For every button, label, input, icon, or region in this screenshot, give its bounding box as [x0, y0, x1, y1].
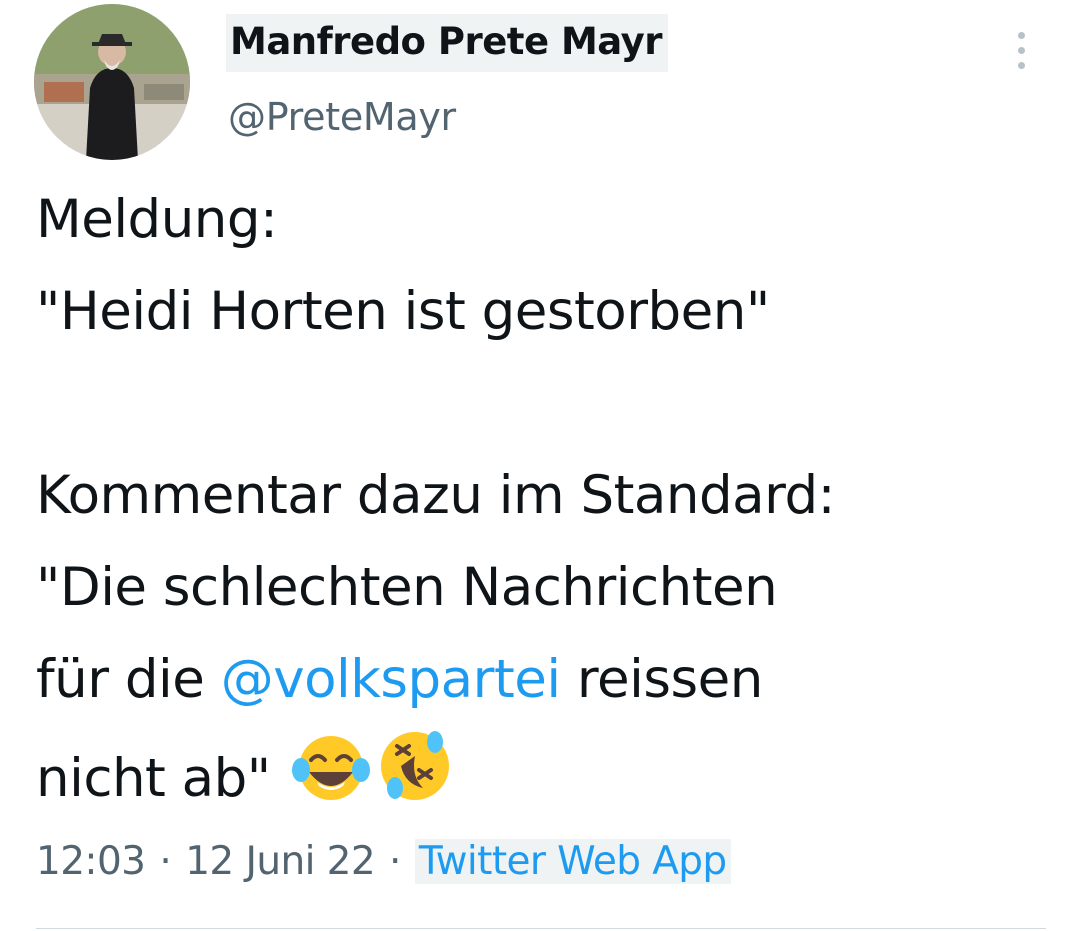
tweet-text-segment: nicht ab" [36, 748, 271, 809]
tweet-text-segment: für die [36, 649, 221, 710]
tweet-line: Meldung: [36, 189, 278, 250]
more-dot [1018, 62, 1025, 69]
tweet-line: nicht ab" [36, 726, 1046, 818]
mention-link[interactable]: @volkspartei [221, 649, 561, 710]
tweet-line: für die @volkspartei reissen [36, 634, 1046, 726]
meta-separator: · [389, 839, 401, 884]
tweet-time[interactable]: 12:03 [36, 839, 146, 884]
avatar[interactable] [34, 4, 190, 160]
tweet-date[interactable]: 12 Juni 22 [185, 839, 375, 884]
rolling-on-the-floor-laughing-icon [375, 726, 455, 835]
tweet-line: "Heidi Horten ist gestorben" [36, 281, 770, 342]
more-dot [1018, 47, 1025, 54]
avatar-photo [34, 4, 190, 160]
tweet-meta: 12:03 · 12 Juni 22 · Twitter Web App [36, 832, 731, 892]
more-options-button[interactable] [1000, 26, 1044, 76]
author-display-name[interactable]: Manfredo Prete Mayr [226, 14, 668, 72]
tweet-text: Meldung: "Heidi Horten ist gestorben" Ko… [36, 174, 1046, 818]
face-with-tears-of-joy-icon [291, 730, 371, 835]
tweet-line: "Die schlechten Nachrichten [36, 557, 778, 618]
meta-separator: · [159, 839, 172, 884]
tweet-text-segment: reissen [560, 649, 763, 710]
more-dot [1018, 32, 1025, 39]
author-handle[interactable]: @PreteMayr [228, 92, 456, 142]
divider [36, 928, 1046, 929]
tweet-line: Kommentar dazu im Standard: [36, 465, 835, 526]
tweet-source-link[interactable]: Twitter Web App [414, 839, 731, 884]
